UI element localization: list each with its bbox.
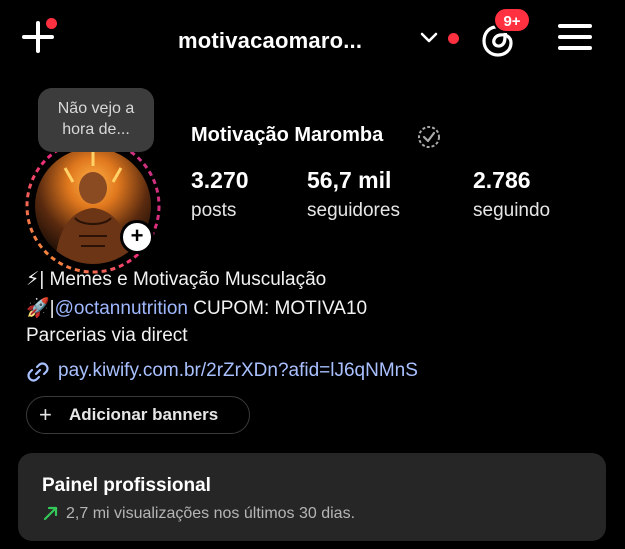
following-count[interactable]: 2.786 — [473, 167, 531, 194]
followers-label[interactable]: seguidores — [307, 200, 400, 222]
lightning-emoji-icon: ⚡ — [26, 269, 40, 290]
display-name: Motivação Maromba — [191, 124, 384, 146]
bio-line-2: 🚀|@octannutrition CUPOM: MOTIVA10 — [26, 298, 368, 319]
trend-up-arrow-icon — [43, 506, 58, 521]
account-notification-dot — [448, 33, 459, 44]
bio-line-3: Parcerias via direct — [26, 325, 188, 346]
add-banners-label: Adicionar banners — [69, 405, 219, 424]
create-notification-dot — [46, 18, 57, 29]
hamburger-menu-icon[interactable] — [558, 22, 592, 52]
bio-line-1: ⚡| Memes e Motivação Musculação — [26, 269, 327, 290]
followers-count[interactable]: 56,7 mil — [307, 167, 391, 194]
link-icon — [27, 362, 49, 382]
plus-icon: + — [39, 402, 52, 427]
bio-link-text[interactable]: pay.kiwify.com.br/2rZrXDn?afid=lJ6qNMnS — [58, 360, 418, 382]
add-banners-button[interactable]: + Adicionar banners — [26, 396, 250, 434]
rocket-emoji-icon: 🚀 — [26, 298, 50, 319]
dashboard-subtitle: 2,7 mi visualizações nos últimos 30 dias… — [66, 505, 356, 522]
mention-link[interactable]: @octannutrition — [55, 298, 188, 319]
username-switcher[interactable]: motivacaomaro... — [178, 28, 362, 54]
notification-badge[interactable]: 9+ — [493, 7, 531, 33]
posts-count[interactable]: 3.270 — [191, 167, 249, 194]
posts-label[interactable]: posts — [191, 200, 236, 222]
note-bubble[interactable]: Não vejo a hora de... — [38, 88, 154, 152]
professional-dashboard[interactable]: Painel profissional 2,7 mi visualizações… — [18, 453, 606, 541]
create-icon[interactable] — [20, 18, 58, 56]
following-label[interactable]: seguindo — [473, 200, 550, 222]
add-story-button[interactable]: + — [120, 220, 154, 254]
dashboard-title: Painel profissional — [42, 475, 211, 496]
verified-badge-icon — [418, 126, 440, 148]
chevron-down-icon[interactable] — [418, 28, 440, 48]
